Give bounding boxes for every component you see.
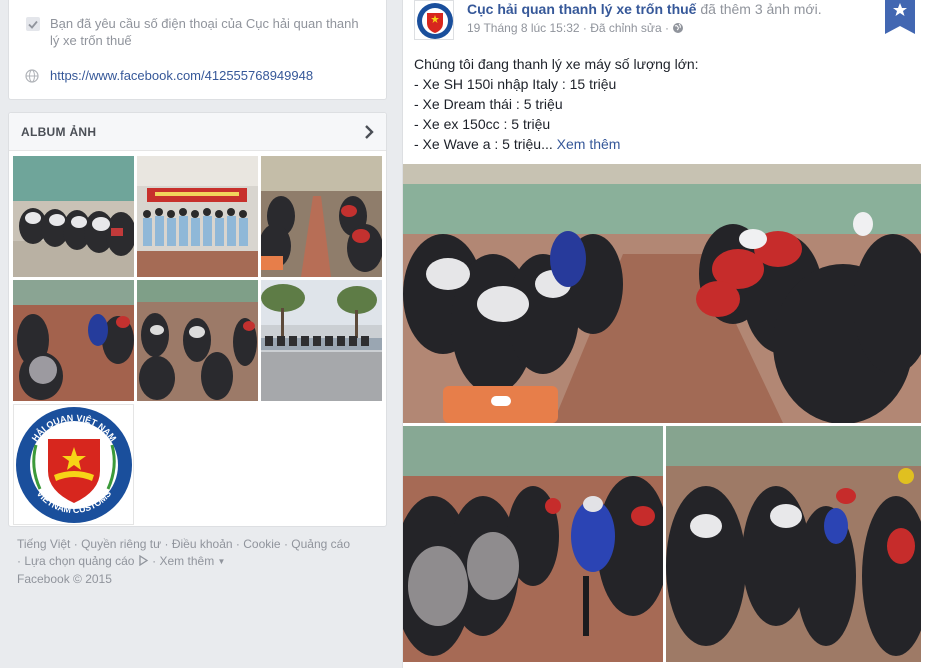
website-link[interactable]: https://www.facebook.com/412555768949948 — [50, 68, 313, 83]
album-header[interactable]: ALBUM ẢNH — [9, 113, 386, 151]
public-globe-icon[interactable] — [672, 22, 684, 37]
post-timestamp[interactable]: 19 Tháng 8 lúc 15:32 — [467, 21, 580, 35]
post-header: Cục hải quan thanh lý xe trốn thuế đã th… — [467, 0, 822, 18]
album-photo-3[interactable] — [261, 156, 382, 277]
post-line-1: Chúng tôi đang thanh lý xe máy số lượng … — [414, 56, 699, 72]
chevron-right-icon[interactable] — [362, 123, 376, 141]
footer-link-cookie[interactable]: Cookie — [243, 537, 280, 551]
caret-down-icon: ▼ — [217, 557, 226, 566]
album-photo-6[interactable] — [261, 280, 382, 401]
globe-icon — [25, 69, 41, 85]
post-photo-3[interactable] — [666, 426, 921, 662]
post-line-3: - Xe Dream thái : 5 triệu — [414, 96, 563, 112]
customs-logo: HẢI QUAN VIỆT NAM VIETNAM CUSTOMS — [14, 405, 133, 524]
post-photo-2[interactable] — [403, 426, 663, 662]
footer-copyright: Facebook © 2015 — [17, 572, 112, 586]
ad-choices-icon — [138, 554, 149, 571]
album-title: ALBUM ẢNH — [21, 125, 97, 139]
page-footer: Tiếng Việt · Quyền riêng tư · Điều khoản… — [17, 537, 350, 586]
footer-link-terms[interactable]: Điều khoản — [172, 537, 233, 551]
bookmark-star-icon[interactable] — [885, 0, 915, 34]
footer-link-ads[interactable]: Quảng cáo — [291, 537, 350, 551]
photo-album-card: ALBUM ẢNH HẢI QUAN VIỆT NAM VIETNAM CUST… — [8, 112, 387, 527]
post-card: Cục hải quan thanh lý xe trốn thuế đã th… — [402, 0, 936, 668]
album-photo-logo[interactable]: HẢI QUAN VIỆT NAM VIETNAM CUSTOMS — [13, 404, 134, 525]
post-body: Chúng tôi đang thanh lý xe máy số lượng … — [414, 54, 914, 154]
phone-request-text: Bạn đã yêu cầu số điện thoại của Cục hải… — [50, 16, 359, 48]
album-photo-5[interactable] — [137, 280, 258, 401]
album-photo-4[interactable] — [13, 280, 134, 401]
post-edited-link[interactable]: Đã chỉnh sửa — [590, 21, 661, 35]
footer-link-privacy[interactable]: Quyền riêng tư — [81, 537, 161, 551]
post-meta: 19 Tháng 8 lúc 15:32 · Đã chỉnh sửa · — [467, 21, 684, 37]
album-photo-2[interactable] — [137, 156, 258, 277]
website-row: https://www.facebook.com/412555768949948 — [25, 68, 313, 85]
post-line-2: - Xe SH 150i nhập Italy : 15 triệu — [414, 76, 617, 92]
footer-link-ad-choices[interactable]: Lựa chọn quảng cáo — [24, 554, 134, 568]
footer-more-menu[interactable]: Xem thêm — [160, 554, 215, 568]
album-photo-1[interactable] — [13, 156, 134, 277]
post-photo-1[interactable] — [403, 164, 921, 423]
post-line-5-text: - Xe Wave a : 5 triệu... — [414, 136, 553, 152]
post-action-text: đã thêm 3 ảnh mới. — [700, 1, 822, 17]
checkmark-icon — [25, 16, 41, 32]
page-about-card: Bạn đã yêu cầu số điện thoại của Cục hải… — [8, 0, 387, 100]
post-line-4: - Xe ex 150cc : 5 triệu — [414, 116, 551, 132]
page-avatar[interactable] — [414, 0, 454, 40]
see-more-link[interactable]: Xem thêm — [557, 136, 621, 152]
phone-request-row: Bạn đã yêu cầu số điện thoại của Cục hải… — [25, 15, 370, 49]
post-line-5: - Xe Wave a : 5 triệu... Xem thêm — [414, 134, 914, 154]
page-name-link[interactable]: Cục hải quan thanh lý xe trốn thuế — [467, 1, 696, 17]
footer-link-language[interactable]: Tiếng Việt — [17, 537, 70, 551]
